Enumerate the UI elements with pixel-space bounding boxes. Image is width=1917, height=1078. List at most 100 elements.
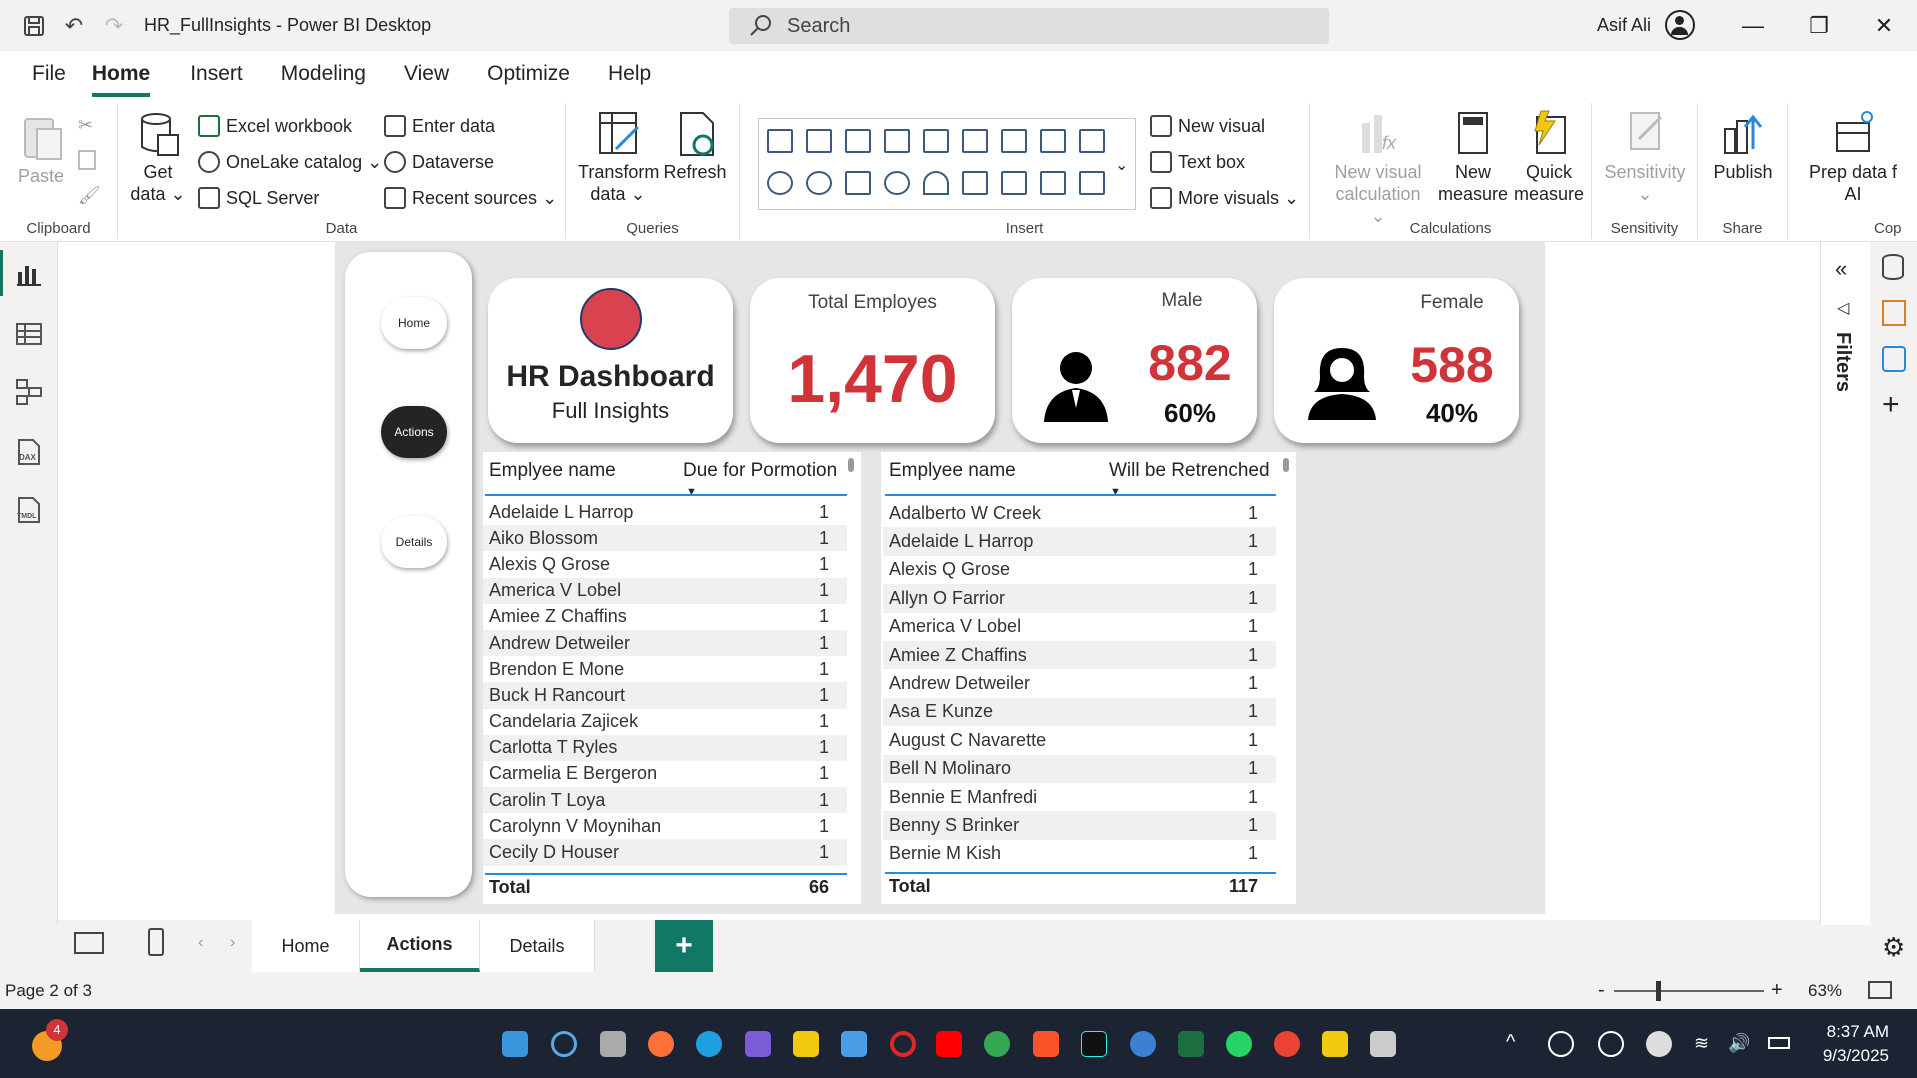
- search-box[interactable]: Search: [729, 8, 1329, 44]
- edge-icon[interactable]: [696, 1031, 722, 1057]
- table-row[interactable]: Andrew Detweiler 1: [883, 669, 1276, 697]
- visuals-gallery[interactable]: ⌄: [758, 118, 1136, 210]
- format-pane-icon[interactable]: [1882, 346, 1906, 372]
- nav-actions-button[interactable]: Actions: [381, 406, 447, 458]
- table-row[interactable]: Bernie M Kish 1: [883, 840, 1276, 868]
- tray-app-icon[interactable]: [1548, 1031, 1574, 1057]
- donut-chart-icon[interactable]: [806, 171, 832, 195]
- table-row[interactable]: Bennie E Manfredi 1: [883, 783, 1276, 811]
- refresh-button[interactable]: Refresh: [660, 109, 730, 183]
- matrix-icon[interactable]: [1079, 171, 1105, 195]
- table-row[interactable]: Brendon E Mone 1: [483, 656, 847, 682]
- retrench-col-name[interactable]: Emplyee name: [889, 460, 1016, 482]
- menu-file[interactable]: File: [32, 51, 66, 97]
- line-chart-icon[interactable]: [1001, 129, 1027, 153]
- promotion-col-value[interactable]: Due for Pormotion: [683, 460, 837, 482]
- model-view-icon[interactable]: [15, 378, 43, 406]
- data-pane-icon[interactable]: [1882, 254, 1904, 280]
- stacked-column-icon[interactable]: [806, 129, 832, 153]
- search-taskbar-icon[interactable]: [551, 1031, 577, 1057]
- get-data-button[interactable]: Get data ⌄: [128, 111, 188, 205]
- promotion-scrollbar[interactable]: [848, 458, 854, 472]
- tab-home[interactable]: Home: [252, 920, 360, 972]
- powerbi-icon[interactable]: [1322, 1031, 1348, 1057]
- menu-insert[interactable]: Insert: [190, 51, 243, 97]
- desktop-layout-icon[interactable]: [74, 932, 104, 954]
- menu-optimize[interactable]: Optimize: [487, 51, 570, 97]
- table-row[interactable]: Cecily D Houser 1: [483, 839, 847, 866]
- new-measure-button[interactable]: New measure: [1438, 109, 1508, 205]
- table-row[interactable]: Carmelia E Bergeron 1: [483, 761, 847, 787]
- table-row[interactable]: August C Navarette 1: [883, 726, 1276, 754]
- table-row[interactable]: Adelaide L Harrop 1: [883, 527, 1276, 556]
- battery-icon[interactable]: [1768, 1037, 1790, 1049]
- stacked-bar-100-icon[interactable]: [923, 129, 949, 153]
- task-view-icon[interactable]: [600, 1031, 626, 1057]
- dax-query-view-icon[interactable]: DAX: [15, 438, 43, 466]
- onedrive-icon[interactable]: [1646, 1031, 1672, 1057]
- table-view-icon[interactable]: [15, 320, 43, 348]
- menu-help[interactable]: Help: [608, 51, 651, 97]
- nav-home-button[interactable]: Home: [381, 297, 447, 349]
- tab-actions[interactable]: Actions: [360, 920, 480, 972]
- table-row[interactable]: Aiko Blossom 1: [483, 525, 847, 552]
- redo-icon[interactable]: ↷: [94, 0, 134, 51]
- text-box-button[interactable]: Text box: [1150, 151, 1245, 173]
- map-icon[interactable]: [884, 171, 910, 195]
- excel-workbook-button[interactable]: Excel workbook: [198, 115, 352, 137]
- close-button[interactable]: ✕: [1851, 0, 1917, 51]
- promotion-col-name[interactable]: Emplyee name: [489, 460, 616, 482]
- retrench-col-value[interactable]: Will be Retrenched: [1109, 460, 1270, 482]
- dataverse-button[interactable]: Dataverse: [384, 151, 494, 173]
- fit-to-page-icon[interactable]: [1868, 981, 1892, 999]
- undo-icon[interactable]: ↶: [54, 0, 94, 51]
- scroll-right-icon[interactable]: ›: [230, 934, 235, 952]
- zoom-in-button[interactable]: +: [1771, 979, 1783, 1002]
- enter-data-button[interactable]: Enter data: [384, 115, 495, 137]
- retrench-scrollbar[interactable]: [1283, 458, 1289, 472]
- table-row[interactable]: Candelaria Zajicek 1: [483, 709, 847, 735]
- format-painter-icon[interactable]: 🖌: [78, 185, 101, 206]
- user-account[interactable]: Asif Ali: [1597, 10, 1696, 40]
- menu-view[interactable]: View: [404, 51, 449, 97]
- gallery-expand-icon[interactable]: ⌄: [1115, 155, 1128, 175]
- tiktok-icon[interactable]: [1081, 1031, 1107, 1057]
- brave-icon[interactable]: [1033, 1031, 1059, 1057]
- firefox-icon[interactable]: [648, 1031, 674, 1057]
- minimize-button[interactable]: —: [1720, 0, 1786, 51]
- cut-icon[interactable]: ✂: [78, 115, 93, 136]
- filters-label[interactable]: Filters: [1831, 332, 1854, 392]
- chrome-icon[interactable]: [984, 1031, 1010, 1057]
- snipping-tool-icon[interactable]: [1370, 1031, 1396, 1057]
- zoom-out-button[interactable]: -: [1598, 979, 1605, 1002]
- table-visual-icon[interactable]: [1040, 171, 1066, 195]
- system-clock[interactable]: 8:37 AM 9/3/2025: [1823, 1020, 1889, 1068]
- table-row[interactable]: America V Lobel 1: [483, 577, 847, 604]
- treemap-icon[interactable]: [845, 171, 871, 195]
- sync-icon[interactable]: [1598, 1031, 1624, 1057]
- table-row[interactable]: Carlotta T Ryles 1: [483, 734, 847, 761]
- whatsapp-icon[interactable]: [1226, 1031, 1252, 1057]
- start-icon[interactable]: [502, 1031, 528, 1057]
- table-row[interactable]: Andrew Detweiler 1: [483, 629, 847, 657]
- pie-chart-icon[interactable]: [767, 171, 793, 195]
- file-explorer-icon[interactable]: [793, 1031, 819, 1057]
- tab-details[interactable]: Details: [480, 920, 595, 972]
- sort-desc-icon[interactable]: ▼: [686, 486, 697, 498]
- scroll-left-icon[interactable]: ‹: [198, 934, 203, 952]
- youtube-icon[interactable]: [936, 1031, 962, 1057]
- table-row[interactable]: Carolynn V Moynihan 1: [483, 813, 847, 839]
- onelake-catalog-button[interactable]: OneLake catalog ⌄: [198, 151, 382, 173]
- clustered-bar-icon[interactable]: [845, 129, 871, 153]
- quick-measure-button[interactable]: Quick measure: [1512, 109, 1586, 205]
- kpi-icon[interactable]: [1001, 171, 1027, 195]
- recent-sources-button[interactable]: Recent sources ⌄: [384, 187, 557, 209]
- prep-data-ai-button[interactable]: Prep data f AI: [1798, 109, 1908, 205]
- chrome-profile-icon[interactable]: [1274, 1031, 1300, 1057]
- nav-details-button[interactable]: Details: [381, 516, 447, 568]
- volume-icon[interactable]: 🔊: [1728, 1033, 1750, 1054]
- add-page-button[interactable]: +: [655, 920, 713, 972]
- stacked-bar-icon[interactable]: [767, 129, 793, 153]
- copy-icon[interactable]: [78, 150, 96, 170]
- paste-button[interactable]: Paste: [14, 113, 68, 187]
